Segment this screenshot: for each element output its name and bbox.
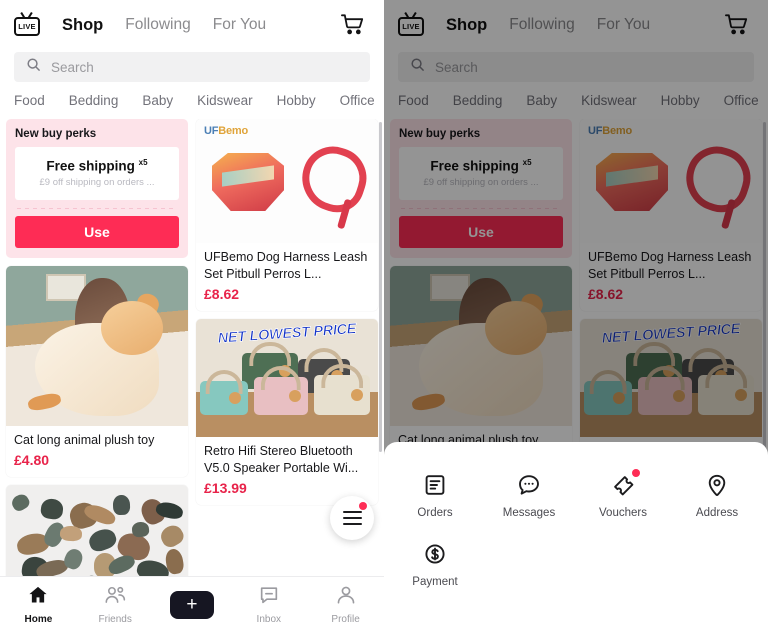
stone-item — [39, 497, 65, 521]
product-price: £4.80 — [14, 452, 50, 468]
product-card[interactable]: UFBemo UFBemo Dog Harness Leash Set Pitbu… — [196, 119, 378, 311]
orders-list-icon — [422, 472, 448, 498]
profile-icon — [335, 584, 357, 611]
tab-label: Home — [24, 614, 53, 625]
coupon-body: Free shipping x5 £9 off shipping on order… — [15, 147, 179, 200]
side-by-side-comparison: LIVE Shop Following For You Search Food Beddin… — [0, 0, 768, 632]
panel-normal-state: LIVE Shop Following For You Search Food Beddin… — [0, 0, 384, 632]
product-card[interactable]: Cat long animal plush toy £4.80 — [6, 265, 188, 477]
sheet-item-vouchers[interactable]: Vouchers — [576, 469, 670, 519]
tab-create[interactable]: + — [154, 590, 231, 619]
coupon-multiplier: x5 — [138, 158, 148, 167]
notification-badge — [632, 469, 640, 477]
search-placeholder: Search — [51, 59, 94, 75]
product-image-retro-speaker: NET LOWEST PRICE — [196, 319, 378, 437]
product-card[interactable]: NET LOWEST PRICE Retro Hifi Stereo Blueto… — [6, 319, 380, 632]
shopping-cart-icon[interactable] — [340, 12, 370, 38]
category-chip-food[interactable]: Food — [14, 93, 45, 108]
product-title: UFBemo Dog Harness Leash Set Pitbull Per… — [204, 250, 368, 281]
category-chip-office[interactable]: Office — [340, 93, 375, 108]
sheet-item-label: Address — [695, 507, 739, 519]
product-brand-logo: UFBemo — [204, 125, 249, 137]
coupon-title: Free shipping x5 — [46, 158, 148, 174]
vertical-scrollbar[interactable] — [379, 122, 382, 452]
sheet-item-payment[interactable]: Payment — [388, 541, 482, 588]
top-navigation: LIVE Shop Following For You — [0, 0, 384, 50]
product-feed[interactable]: New buy perks Free shipping x5 £9 off ship… — [0, 119, 384, 632]
coupon-card[interactable]: New buy perks Free shipping x5 £9 off ship… — [6, 119, 188, 258]
dollar-coin-icon — [422, 541, 448, 567]
category-chip-bedding[interactable]: Bedding — [69, 93, 119, 108]
product-badge-lowest-price: NET LOWEST PRICE — [217, 321, 357, 347]
product-image-dog-harness: UFBemo — [196, 119, 378, 243]
tab-friends[interactable]: Friends — [77, 584, 154, 625]
stone-item — [131, 521, 150, 538]
nav-tab-shop[interactable]: Shop — [62, 16, 103, 35]
stone-item — [157, 521, 187, 551]
sheet-item-address[interactable]: Address — [670, 472, 764, 519]
nav-tab-list: Shop Following For You — [62, 16, 266, 35]
coupon-divider — [17, 207, 177, 209]
voucher-ticket-icon — [610, 469, 640, 498]
notification-badge — [359, 502, 367, 510]
floating-menu-button[interactable] — [330, 496, 374, 540]
category-chip-baby[interactable]: Baby — [142, 93, 173, 108]
stone-item — [112, 494, 131, 516]
inbox-icon — [258, 584, 280, 611]
stone-item — [9, 491, 32, 514]
feed-column-right: UFBemo UFBemo Dog Harness Leash Set Pitbu… — [6, 119, 380, 632]
product-title: Retro Hifi Stereo Bluetooth V5.0 Speaker… — [204, 444, 359, 475]
category-chip-kidswear[interactable]: Kidswear — [197, 93, 253, 108]
tab-label: Inbox — [256, 614, 282, 625]
product-price: £8.62 — [204, 286, 240, 302]
tab-label: Profile — [331, 614, 360, 625]
product-price: £13.99 — [204, 480, 247, 496]
search-input[interactable]: Search — [14, 52, 370, 82]
nav-tab-following[interactable]: Following — [125, 16, 190, 34]
stone-item — [86, 525, 119, 555]
sheet-item-label: Orders — [417, 507, 453, 519]
bottom-sheet-menu: Orders Messages Vouchers Address Payment — [384, 442, 768, 632]
location-pin-icon — [704, 472, 730, 498]
bottom-tab-bar: Home Friends + Inbox Profile — [0, 576, 384, 632]
product-image-plush-toy — [6, 265, 188, 426]
home-icon — [27, 584, 49, 611]
coupon-use-button[interactable]: Use — [15, 215, 179, 248]
tab-profile[interactable]: Profile — [307, 584, 384, 625]
feed-column-left: New buy perks Free shipping x5 £9 off ship… — [6, 119, 188, 632]
product-title: Cat long animal plush toy — [14, 432, 155, 447]
category-chip-row[interactable]: Food Bedding Baby Kidswear Hobby Office — [0, 82, 384, 116]
tab-label: Friends — [98, 614, 132, 625]
tab-home[interactable]: Home — [0, 584, 77, 625]
coupon-header: New buy perks — [15, 128, 97, 140]
search-icon — [26, 57, 41, 77]
chat-bubble-icon — [516, 472, 542, 498]
live-label: LIVE — [18, 22, 36, 31]
category-chip-hobby[interactable]: Hobby — [277, 93, 316, 108]
panel-sheet-open-state: LIVE Shop Following For You Search Food Beddin… — [384, 0, 768, 632]
tab-inbox[interactable]: Inbox — [230, 584, 307, 625]
friends-icon — [104, 584, 127, 611]
live-icon[interactable]: LIVE — [14, 11, 40, 37]
create-plus-icon[interactable]: + — [164, 590, 219, 619]
stone-item — [59, 525, 83, 542]
sheet-item-label: Messages — [502, 507, 556, 519]
sheet-item-label: Vouchers — [599, 507, 647, 519]
coupon-subtitle: £9 off shipping on orders ... — [39, 176, 155, 188]
sheet-item-orders[interactable]: Orders — [388, 472, 482, 519]
nav-tab-for-you[interactable]: For You — [213, 16, 266, 34]
sheet-item-messages[interactable]: Messages — [482, 472, 576, 519]
sheet-item-label: Payment — [412, 576, 458, 588]
